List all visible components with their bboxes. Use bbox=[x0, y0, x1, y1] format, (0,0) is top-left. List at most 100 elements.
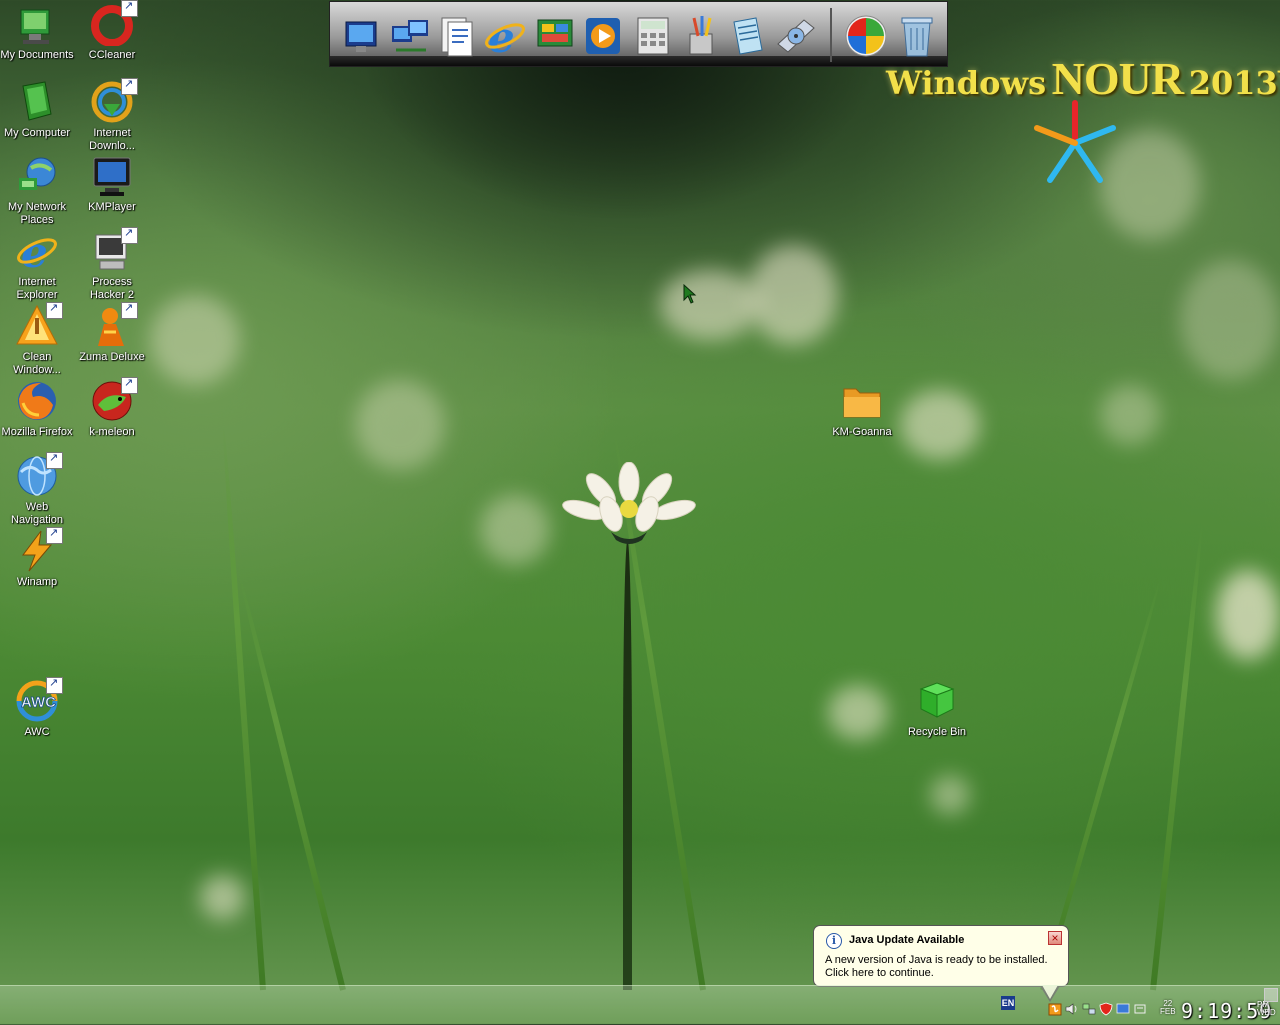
taskbar: EN 22 FEB 9:19:59 PM WED bbox=[0, 985, 1280, 1025]
blossom-blur bbox=[900, 390, 980, 460]
blossom-blur bbox=[748, 245, 838, 345]
blossom-blur bbox=[355, 380, 445, 470]
flower-stem bbox=[623, 540, 632, 990]
icon-label: KM-Goanna bbox=[832, 426, 892, 438]
desktop-icon-internet-explorer[interactable]: e Internet Explorer bbox=[0, 228, 74, 302]
shortcut-arrow-icon bbox=[121, 301, 138, 319]
dock-internet-explorer-icon[interactable]: e bbox=[484, 13, 526, 62]
desktop-icon-clean-windows[interactable]: Clean Window... bbox=[0, 301, 74, 377]
notification-body: A new version of Java is ready to be ins… bbox=[825, 954, 1048, 980]
info-icon: i bbox=[826, 933, 842, 949]
grass-blade bbox=[236, 572, 346, 991]
download-manager-icon bbox=[90, 77, 138, 124]
notification-close-button[interactable]: × bbox=[1048, 931, 1062, 945]
dock-calculator-icon[interactable] bbox=[632, 14, 674, 58]
language-indicator[interactable]: EN bbox=[1001, 996, 1015, 1010]
icon-label: Recycle Bin bbox=[907, 726, 967, 738]
shortcut-arrow-icon bbox=[121, 226, 138, 244]
desktop-icon-mozilla-firefox[interactable]: Mozilla Firefox bbox=[0, 379, 74, 439]
blossom-blur bbox=[930, 775, 970, 815]
icon-label: Internet Downlo... bbox=[89, 127, 135, 152]
dock-disc-icon[interactable] bbox=[774, 14, 816, 58]
ccleaner-icon bbox=[90, 0, 138, 47]
desktop-icon-km-goanna[interactable]: KM-Goanna bbox=[825, 379, 899, 439]
dock-paint-icon[interactable] bbox=[680, 14, 722, 58]
notification-line-2: Click here to continue. bbox=[825, 967, 934, 979]
my-computer-icon bbox=[15, 80, 59, 124]
shortcut-arrow-icon bbox=[46, 526, 63, 544]
dock-media-player-icon[interactable] bbox=[582, 14, 624, 58]
desktop-icon-process-hacker[interactable]: Process Hacker 2 bbox=[75, 226, 149, 302]
blossom-blur bbox=[200, 875, 245, 920]
java-update-notification[interactable]: i Java Update Available × A new version … bbox=[813, 925, 1069, 1002]
desktop-icon-my-computer[interactable]: My Computer bbox=[0, 80, 74, 140]
taskbar-date: 22 FEB bbox=[1160, 1000, 1176, 1016]
desktop-icon-zuma-deluxe[interactable]: Zuma Deluxe bbox=[75, 301, 149, 364]
display-tray-icon[interactable] bbox=[1116, 1002, 1130, 1016]
shortcut-arrow-icon bbox=[46, 676, 63, 694]
blossom-blur bbox=[828, 685, 888, 740]
desktop-icon-web-navigation[interactable]: Web Navigation bbox=[0, 451, 74, 527]
java-tray-icon[interactable] bbox=[1048, 1002, 1062, 1016]
blossom-blur bbox=[660, 270, 760, 340]
shortcut-arrow-icon bbox=[121, 0, 138, 17]
zuma-icon bbox=[90, 301, 138, 348]
desktop-icon-awc[interactable]: AWC AWC bbox=[0, 676, 74, 739]
weekday-value: WED bbox=[1257, 1008, 1276, 1017]
desktop-icon-kmplayer[interactable]: KMPlayer bbox=[75, 154, 149, 214]
folder-icon bbox=[840, 379, 884, 423]
my-documents-icon bbox=[15, 2, 59, 46]
date-month: FEB bbox=[1160, 1007, 1176, 1016]
brand-star-icon bbox=[1034, 100, 1116, 183]
network-tray-icon[interactable] bbox=[1082, 1002, 1096, 1016]
taskbar-ampm: PM WED bbox=[1257, 1001, 1276, 1017]
winamp-icon bbox=[15, 526, 63, 573]
shortcut-arrow-icon bbox=[121, 77, 138, 95]
desktop-icon-my-network-places[interactable]: My Network Places bbox=[0, 154, 74, 227]
taskbar-corner-button[interactable] bbox=[1264, 988, 1278, 1002]
shortcut-arrow-icon bbox=[121, 376, 138, 394]
desktop-icon-k-meleon[interactable]: k-meleon bbox=[75, 376, 149, 439]
shortcut-arrow-icon bbox=[46, 451, 63, 469]
desktop-icon-recycle-bin[interactable]: Recycle Bin bbox=[900, 679, 974, 739]
blossom-blur bbox=[1100, 385, 1160, 445]
awc-icon: AWC bbox=[15, 676, 63, 723]
k-meleon-icon bbox=[90, 376, 138, 423]
blossom-blur bbox=[480, 495, 550, 565]
dock-my-computer-icon[interactable] bbox=[340, 14, 382, 58]
desktop-icon-my-documents[interactable]: My Documents bbox=[0, 2, 74, 62]
firefox-icon bbox=[15, 379, 59, 423]
icon-label: CCleaner bbox=[88, 49, 136, 61]
dock-network-icon[interactable] bbox=[390, 14, 432, 58]
security-shield-icon[interactable] bbox=[1099, 1002, 1113, 1016]
desktop-icon-internet-download-manager[interactable]: Internet Downlo... bbox=[75, 77, 149, 153]
svg-text:e: e bbox=[21, 229, 48, 273]
notification-line-1: A new version of Java is ready to be ins… bbox=[825, 954, 1048, 966]
icon-label: My Network Places bbox=[7, 201, 67, 226]
blossom-blur bbox=[150, 295, 240, 385]
clean-windows-icon bbox=[15, 301, 63, 348]
brand-version: 2013V3 bbox=[1188, 64, 1280, 102]
volume-icon[interactable] bbox=[1065, 1002, 1079, 1016]
dock-windows-flag-icon[interactable] bbox=[844, 14, 887, 58]
dock-control-panel-icon[interactable] bbox=[534, 14, 576, 58]
icon-label: Clean Window... bbox=[13, 351, 61, 376]
dock-notepad-icon[interactable] bbox=[726, 14, 768, 58]
icon-label: Zuma Deluxe bbox=[79, 351, 145, 363]
mouse-cursor-icon bbox=[683, 284, 697, 304]
show-desktop-icon[interactable] bbox=[1133, 1002, 1147, 1016]
shortcut-arrow-icon bbox=[46, 301, 63, 319]
icon-label: k-meleon bbox=[89, 426, 135, 438]
notification-title: Java Update Available bbox=[849, 934, 965, 946]
kmplayer-icon bbox=[90, 154, 134, 198]
globe-icon bbox=[15, 451, 63, 498]
dock-separator bbox=[830, 8, 832, 62]
desktop-icon-winamp[interactable]: Winamp bbox=[0, 526, 74, 589]
grass-blade bbox=[1150, 522, 1206, 991]
brand-nour: NOUR bbox=[1051, 53, 1184, 104]
network-globe-icon bbox=[15, 154, 59, 198]
blossom-blur bbox=[1180, 260, 1280, 380]
desktop-icon-ccleaner[interactable]: CCleaner bbox=[75, 0, 149, 62]
awc-badge: AWC bbox=[21, 694, 56, 711]
dock-documents-icon[interactable] bbox=[436, 14, 478, 58]
